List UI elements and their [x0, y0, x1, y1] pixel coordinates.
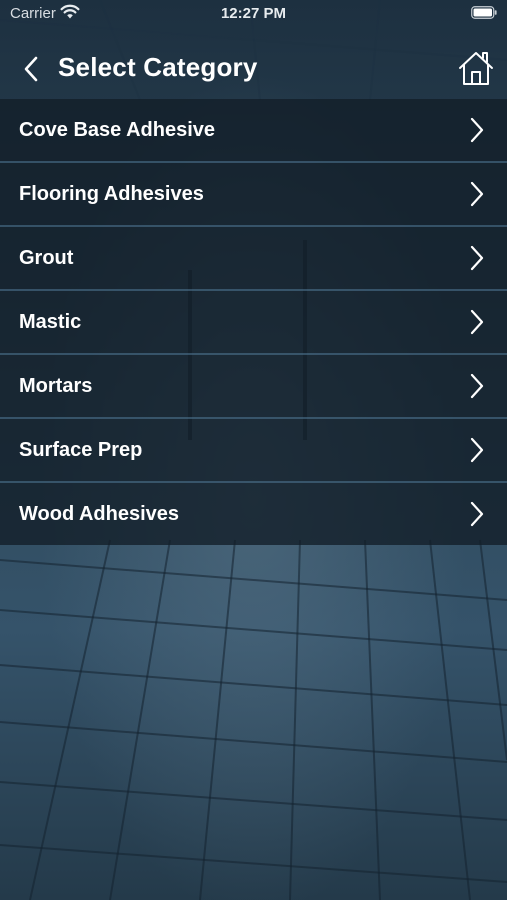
category-label: Mortars [19, 374, 93, 397]
chevron-right-icon [470, 117, 484, 143]
category-label: Wood Adhesives [19, 502, 180, 525]
chevron-right-icon [470, 437, 484, 463]
category-list: Cove Base Adhesive Flooring Adhesives Gr… [0, 99, 507, 545]
chevron-right-icon [470, 309, 484, 335]
back-button[interactable] [18, 52, 46, 86]
category-label: Surface Prep [19, 438, 143, 461]
category-label: Flooring Adhesives [19, 182, 204, 205]
chevron-right-icon [470, 181, 484, 207]
category-label: Grout [19, 246, 74, 269]
battery-icon [471, 6, 497, 19]
category-item-surface-prep[interactable]: Surface Prep [0, 419, 507, 483]
chevron-right-icon [470, 245, 484, 271]
page-title: Select Category [58, 52, 258, 82]
home-icon [459, 52, 493, 85]
clock-label: 12:27 PM [220, 5, 287, 22]
chevron-left-icon [24, 56, 38, 82]
category-label: Cove Base Adhesive [19, 118, 216, 141]
category-label: Mastic [19, 310, 82, 333]
category-item-wood-adhesives[interactable]: Wood Adhesives [0, 483, 507, 545]
chevron-right-icon [470, 373, 484, 399]
category-item-grout[interactable]: Grout [0, 227, 507, 291]
status-bar: Carrier 12:27 PM [0, 0, 507, 28]
home-button[interactable] [457, 48, 495, 88]
navigation-bar: Select Category [0, 38, 507, 100]
category-item-flooring-adhesives[interactable]: Flooring Adhesives [0, 163, 507, 227]
chevron-right-icon [470, 501, 484, 527]
category-item-mastic[interactable]: Mastic [0, 291, 507, 355]
category-item-mortars[interactable]: Mortars [0, 355, 507, 419]
category-item-cove-base-adhesive[interactable]: Cove Base Adhesive [0, 99, 507, 163]
